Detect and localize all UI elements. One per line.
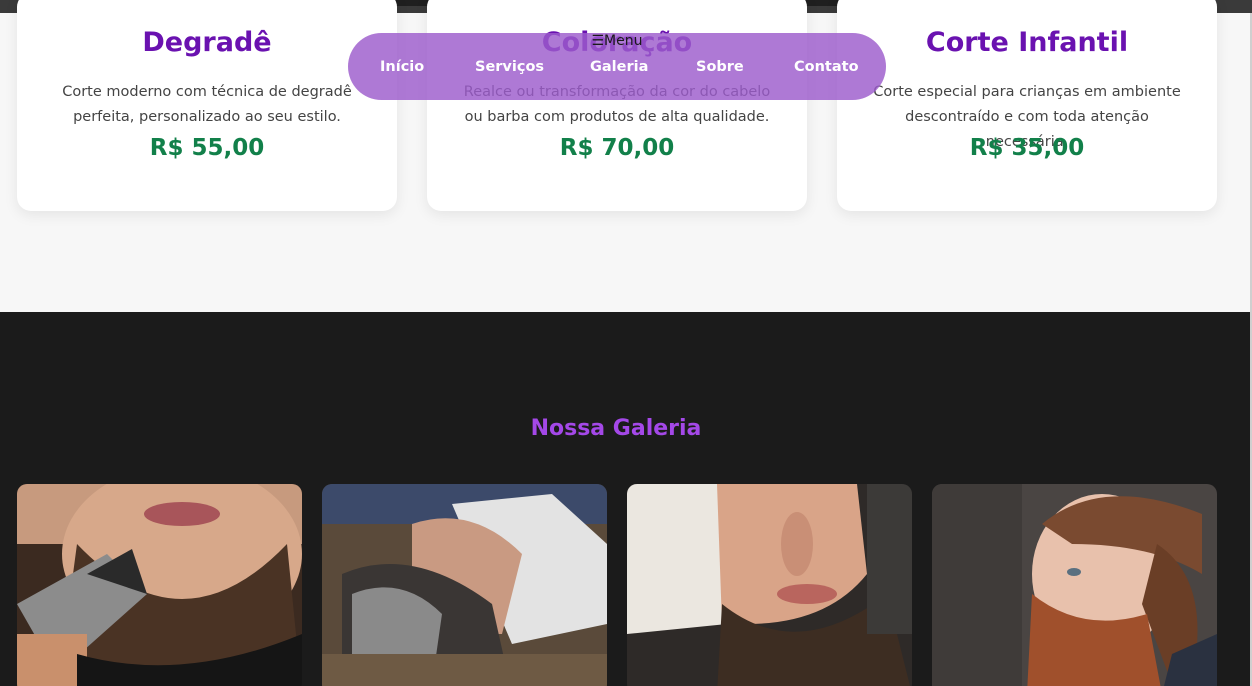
beard-profile-towel-photo[interactable]	[627, 484, 912, 686]
nav-link-galeria[interactable]: Galeria	[590, 59, 648, 75]
hot-towel-shave-photo[interactable]	[322, 484, 607, 686]
service-title: Degradê	[142, 27, 272, 58]
service-price: R$ 55,00	[149, 135, 265, 161]
beard-profile-towel-image	[627, 484, 912, 686]
gallery-section: Nossa Galeria	[0, 312, 1252, 686]
service-title: Corte Infantil	[925, 27, 1129, 58]
service-price: R$ 70,00	[559, 135, 675, 161]
service-card-degrade: Degradê Corte moderno com técnica de deg…	[17, 0, 397, 211]
service-description: Corte moderno com técnica de degradê per…	[62, 84, 352, 125]
service-price: R$ 35,00	[969, 135, 1085, 161]
nav-link-sobre[interactable]: Sobre	[696, 59, 744, 75]
floating-nav: ☰Menu Início Serviços Galeria Sobre Cont…	[348, 33, 886, 100]
nav-link-servicos[interactable]: Serviços	[475, 59, 544, 75]
service-card-corte-infantil: Corte Infantil Corte especial para crian…	[837, 0, 1217, 211]
menu-toggle-button[interactable]: ☰Menu	[348, 33, 886, 49]
hot-towel-shave-image	[322, 484, 607, 686]
red-beard-man-photo[interactable]	[932, 484, 1217, 686]
nav-link-contato[interactable]: Contato	[794, 59, 859, 75]
service-card-coloracao: Coloração Realce ou transformação da cor…	[427, 0, 807, 211]
red-beard-man-image	[932, 484, 1217, 686]
gallery-title: Nossa Galeria	[530, 416, 702, 441]
nav-links: Início Serviços Galeria Sobre Contato	[348, 59, 886, 79]
beard-trim-photo[interactable]	[17, 484, 302, 686]
nav-link-inicio[interactable]: Início	[380, 59, 424, 75]
beard-trim-image	[17, 484, 302, 686]
